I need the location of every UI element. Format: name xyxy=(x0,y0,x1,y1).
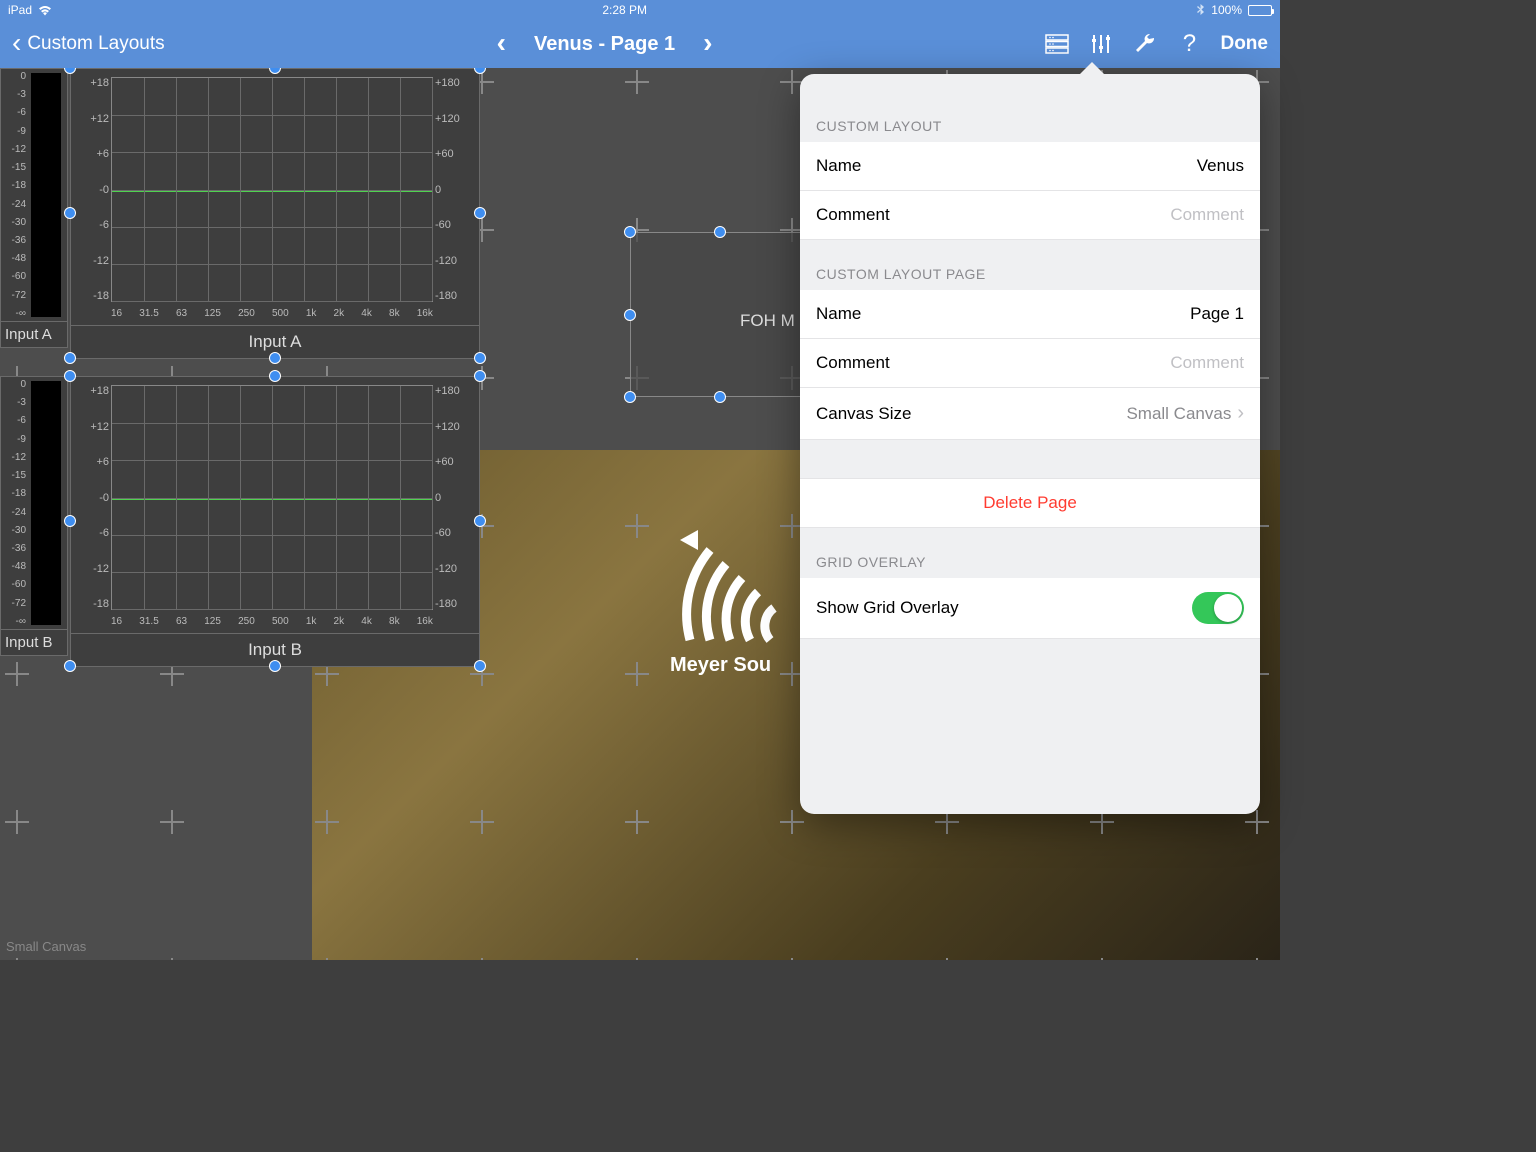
selection-handle[interactable] xyxy=(269,370,281,382)
eq-right-axis: +180+120+600-60-120-180 xyxy=(435,77,469,302)
meyer-sound-label: Meyer Sou xyxy=(670,654,771,677)
row-label: Comment xyxy=(816,353,890,373)
page-name-row[interactable]: Name Page 1 xyxy=(800,290,1260,339)
prev-page-button[interactable]: ‹ xyxy=(497,29,506,57)
selection-handle[interactable] xyxy=(474,660,486,672)
wifi-icon xyxy=(38,5,52,16)
page-comment-row[interactable]: Comment Comment xyxy=(800,339,1260,388)
help-button[interactable]: ? xyxy=(1176,31,1202,57)
meyer-logo-icon xyxy=(680,530,800,630)
row-placeholder: Comment xyxy=(1170,353,1244,373)
row-label: Comment xyxy=(816,205,890,225)
status-bar: iPad 2:28 PM 100% xyxy=(0,0,1280,20)
eq-left-axis: +18+12+6-0-6-12-18 xyxy=(81,385,109,610)
selection-handle[interactable] xyxy=(714,391,726,403)
selection-handle[interactable] xyxy=(624,309,636,321)
row-label: Name xyxy=(816,304,861,324)
layout-name-row[interactable]: Name Venus xyxy=(800,142,1260,191)
next-page-button[interactable]: › xyxy=(703,29,712,57)
eq-plot xyxy=(111,77,433,302)
settings-popover: CUSTOM LAYOUT Name Venus Comment Comment… xyxy=(800,74,1260,814)
meter-label: Input B xyxy=(1,629,67,655)
page-title: Venus - Page 1 xyxy=(534,33,675,56)
row-placeholder: Comment xyxy=(1170,205,1244,225)
row-label: Show Grid Overlay xyxy=(816,598,959,618)
canvas-size-label: Small Canvas xyxy=(6,939,86,954)
battery-icon xyxy=(1248,5,1272,16)
eq-x-axis: 1631.5631252505001k2k4k8k16k xyxy=(71,306,479,325)
delete-page-button[interactable]: Delete Page xyxy=(800,478,1260,528)
selection-handle[interactable] xyxy=(624,391,636,403)
row-label: Name xyxy=(816,156,861,176)
meter-widget-a[interactable]: 0-3-6-9-12-15-18-24-30-36-48-60-72-∞ Inp… xyxy=(0,68,68,348)
battery-percent: 100% xyxy=(1211,3,1242,17)
selection-handle[interactable] xyxy=(624,226,636,238)
selection-handle[interactable] xyxy=(474,352,486,364)
nav-bar: ‹ Custom Layouts ‹ Venus - Page 1 › ? Do… xyxy=(0,20,1280,68)
selection-handle[interactable] xyxy=(269,352,281,364)
meter-widget-b[interactable]: 0-3-6-9-12-15-18-24-30-36-48-60-72-∞ Inp… xyxy=(0,376,68,656)
back-label: Custom Layouts xyxy=(27,33,164,55)
eq-widget-a[interactable]: +18+12+6-0-6-12-18 +180+120+600-60-120-1… xyxy=(70,68,480,359)
rack-icon[interactable] xyxy=(1044,31,1070,57)
row-value: Page 1 xyxy=(1190,304,1244,324)
selection-handle[interactable] xyxy=(64,207,76,219)
selection-handle[interactable] xyxy=(714,226,726,238)
selection-handle[interactable] xyxy=(64,660,76,672)
meter-scale: 0-3-6-9-12-15-18-24-30-36-48-60-72-∞ xyxy=(1,377,29,629)
row-value: Small Canvas xyxy=(1126,404,1231,424)
selection-handle[interactable] xyxy=(474,207,486,219)
section-header-page: CUSTOM LAYOUT PAGE xyxy=(800,240,1260,290)
eq-plot xyxy=(111,385,433,610)
selection-handle[interactable] xyxy=(269,660,281,672)
selection-handle[interactable] xyxy=(64,515,76,527)
meter-scale: 0-3-6-9-12-15-18-24-30-36-48-60-72-∞ xyxy=(1,69,29,321)
device-label: iPad xyxy=(8,3,32,17)
selection-handle[interactable] xyxy=(64,370,76,382)
row-value: Venus xyxy=(1197,156,1244,176)
eq-right-axis: +180+120+600-60-120-180 xyxy=(435,385,469,610)
row-label: Canvas Size xyxy=(816,404,911,424)
section-header-grid: GRID OVERLAY xyxy=(800,528,1260,578)
clock: 2:28 PM xyxy=(602,3,647,17)
layout-comment-row[interactable]: Comment Comment xyxy=(800,191,1260,240)
bluetooth-icon xyxy=(1197,4,1205,17)
eq-left-axis: +18+12+6-0-6-12-18 xyxy=(81,77,109,302)
done-button[interactable]: Done xyxy=(1220,33,1268,55)
meter-track xyxy=(31,73,61,317)
selection-handle[interactable] xyxy=(64,352,76,364)
eq-x-axis: 1631.5631252505001k2k4k8k16k xyxy=(71,614,479,633)
sliders-icon[interactable] xyxy=(1088,31,1114,57)
eq-widget-b[interactable]: +18+12+6-0-6-12-18 +180+120+600-60-120-1… xyxy=(70,376,480,667)
canvas-size-row[interactable]: Canvas Size Small Canvas › xyxy=(800,388,1260,440)
section-header-layout: CUSTOM LAYOUT xyxy=(800,74,1260,142)
back-button[interactable]: ‹ Custom Layouts xyxy=(12,30,165,58)
popover-arrow-icon xyxy=(1078,62,1106,76)
meter-label: Input A xyxy=(1,321,67,347)
foh-label: FOH M xyxy=(740,311,795,331)
wrench-icon[interactable] xyxy=(1132,31,1158,57)
meter-track xyxy=(31,381,61,625)
selection-handle[interactable] xyxy=(474,515,486,527)
chevron-right-icon: › xyxy=(1237,402,1244,425)
selection-handle[interactable] xyxy=(474,370,486,382)
grid-overlay-switch[interactable] xyxy=(1192,592,1244,624)
chevron-left-icon: ‹ xyxy=(12,29,21,57)
grid-overlay-row: Show Grid Overlay xyxy=(800,578,1260,639)
